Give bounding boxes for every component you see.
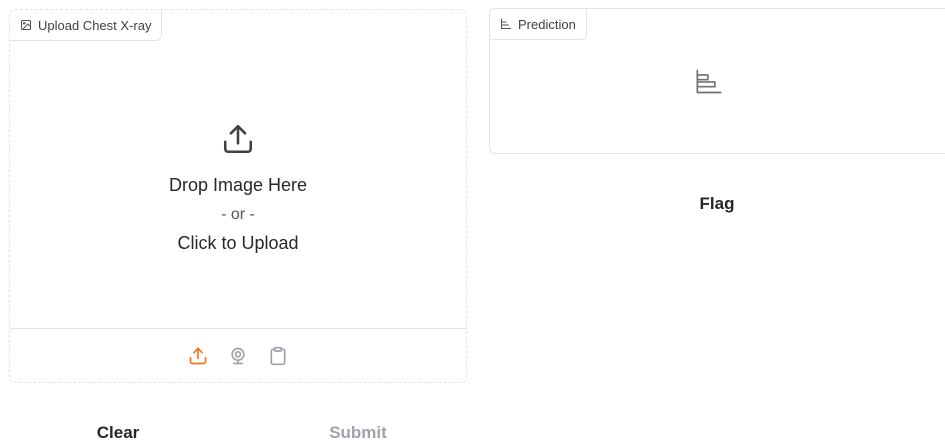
drop-image-text: Drop Image Here <box>168 174 308 195</box>
bar-chart-icon <box>696 69 722 94</box>
prediction-output-panel: Prediction <box>489 8 945 154</box>
upload-source-button[interactable] <box>187 345 209 367</box>
upload-panel-label-text: Upload Chest X-ray <box>38 17 152 33</box>
click-to-upload-text: Click to Upload <box>177 232 299 253</box>
prediction-panel-label: Prediction <box>490 9 587 40</box>
upload-panel-label: Upload Chest X-ray <box>10 10 163 41</box>
submit-button[interactable]: Submit <box>249 417 467 441</box>
clear-button[interactable]: Clear <box>9 417 227 441</box>
prediction-panel-label-text: Prediction <box>518 16 576 32</box>
image-icon <box>21 20 31 30</box>
clipboard-source-icon <box>270 346 286 365</box>
webcam-source-icon <box>231 347 245 364</box>
upload-image-panel: Upload Chest X-ray Drop Image Here - or … <box>9 9 467 383</box>
upload-source-icon <box>189 347 207 364</box>
image-drop-zone[interactable]: Drop Image Here - or - Click to Upload <box>10 41 466 329</box>
flag-button[interactable]: Flag <box>489 186 945 222</box>
bar-chart-icon <box>501 18 511 29</box>
upload-icon <box>223 124 253 153</box>
image-source-toolbar <box>10 328 466 382</box>
webcam-source-button[interactable] <box>227 345 249 367</box>
clipboard-source-button[interactable] <box>267 345 289 367</box>
drop-or-text: - or - <box>221 205 255 223</box>
